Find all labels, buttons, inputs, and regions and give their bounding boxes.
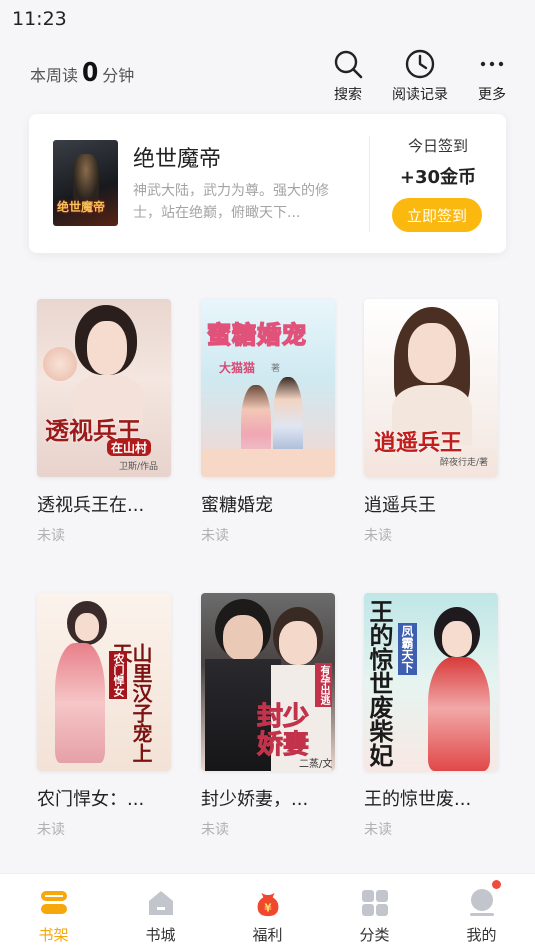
book-cover[interactable]: 透视兵王 在山村 卫斯/作品 (37, 299, 171, 477)
status-time: 11:23 (12, 8, 67, 30)
signin-button[interactable]: 立即签到 (392, 198, 482, 232)
reading-history-label: 阅读记录 (392, 87, 448, 103)
book-item[interactable]: 封少娇妻 有孕出逃 二蒸/文 封少娇妻，... 未读 (201, 593, 335, 839)
book-read-status: 未读 (364, 822, 392, 838)
weekly-suffix: 分钟 (102, 66, 135, 85)
more-button[interactable]: 更多 (457, 48, 527, 104)
book-read-status: 未读 (201, 822, 229, 838)
tab-bookshelf[interactable]: 书架 (0, 874, 107, 951)
reading-history-button[interactable]: 阅读记录 (385, 48, 455, 104)
book-cover[interactable]: 蜜糖婚宠 大猫猫 著 (201, 299, 335, 477)
book-cover-title: 山里汉子宠上天 (109, 643, 153, 763)
weekly-reading-stat: 本周读 0 分钟 (30, 58, 134, 88)
status-bar: 11:23 (0, 0, 535, 38)
book-title: 农门悍女：... (37, 789, 145, 810)
book-cover[interactable]: 逍遥兵王 醉夜行走/著 (364, 299, 498, 477)
book-cover-author: 卫斯/作品 (119, 462, 159, 472)
notification-badge (492, 880, 501, 889)
book-item[interactable]: 王的惊世废柴妃 凤霸天下 王的惊世废... 未读 (364, 593, 498, 839)
more-label: 更多 (478, 87, 506, 103)
book-cover-subtitle: 有孕出逃 (315, 663, 332, 707)
book-cover-author: 醉夜行走/著 (440, 458, 489, 468)
bookstore-icon (146, 888, 176, 918)
book-cover-title: 逍遥兵王 (374, 430, 463, 456)
book-item[interactable]: 山里汉子宠上天 农门悍女 农门悍女：... 未读 (37, 593, 171, 839)
book-read-status: 未读 (37, 528, 65, 544)
recommended-book-cover[interactable]: 绝世魔帝 (53, 140, 118, 226)
book-title: 透视兵王在... (37, 495, 145, 516)
tab-bookshelf-label: 书架 (38, 926, 69, 944)
tab-welfare[interactable]: ¥ 福利 (214, 874, 321, 951)
book-item[interactable]: 蜜糖婚宠 大猫猫 著 蜜糖婚宠 未读 (201, 299, 335, 545)
book-cover[interactable]: 王的惊世废柴妃 凤霸天下 (364, 593, 498, 771)
signin-card: 绝世魔帝 绝世魔帝 神武大陆，武力为尊。强大的修士，站在绝巅，俯瞰天下... 今… (29, 114, 506, 253)
shelf-header: 本周读 0 分钟 搜索 阅读记录 更多 (0, 40, 535, 106)
book-title: 王的惊世废... (364, 789, 472, 810)
recommended-book-title[interactable]: 绝世魔帝 (133, 141, 221, 173)
weekly-minutes: 0 (82, 58, 99, 88)
book-title: 逍遥兵王 (364, 495, 436, 516)
tab-profile-label: 我的 (466, 926, 497, 944)
book-cover[interactable]: 山里汉子宠上天 农门悍女 (37, 593, 171, 771)
recommended-cover-title: 绝世魔帝 (57, 200, 106, 214)
weekly-prefix: 本周读 (30, 66, 79, 85)
tab-category[interactable]: 分类 (321, 874, 428, 951)
bottom-tab-bar: 书架 书城 ¥ 福利 分类 我的 (0, 873, 535, 951)
search-button[interactable]: 搜索 (313, 48, 383, 104)
more-icon (457, 48, 527, 80)
tab-bookstore[interactable]: 书城 (107, 874, 214, 951)
book-cover-author: 二蒸/文 (299, 759, 333, 770)
tab-welfare-label: 福利 (252, 926, 283, 944)
today-signin-label: 今日签到 (407, 137, 468, 155)
book-cover-subtitle: 在山村 (107, 439, 152, 456)
book-read-status: 未读 (201, 528, 229, 544)
bookshelf-icon (39, 888, 69, 918)
profile-icon (467, 888, 497, 918)
book-cover-title: 蜜糖婚宠 (206, 319, 307, 350)
welfare-icon: ¥ (253, 888, 283, 918)
book-title: 蜜糖婚宠 (201, 495, 273, 516)
book-item[interactable]: 逍遥兵王 醉夜行走/著 逍遥兵王 未读 (364, 299, 498, 545)
book-cover-author: 著 (271, 364, 281, 374)
tab-category-label: 分类 (359, 926, 390, 944)
tab-profile[interactable]: 我的 (428, 874, 535, 951)
book-item[interactable]: 透视兵王 在山村 卫斯/作品 透视兵王在... 未读 (37, 299, 171, 545)
book-title: 封少娇妻，... (201, 789, 309, 810)
book-cover[interactable]: 封少娇妻 有孕出逃 二蒸/文 (201, 593, 335, 771)
book-cover-subtitle: 农门悍女 (109, 651, 127, 699)
svg-text:¥: ¥ (264, 902, 272, 914)
book-cover-subtitle: 大猫猫 (219, 361, 256, 375)
category-icon (360, 888, 390, 918)
signin-reward: +30金币 (399, 167, 477, 188)
search-label: 搜索 (334, 87, 362, 103)
recommended-book-description: 神武大陆，武力为尊。强大的修士，站在绝巅，俯瞰天下... (133, 183, 329, 221)
book-read-status: 未读 (37, 822, 65, 838)
book-cover-title: 王的惊世废柴妃 (365, 599, 394, 767)
tab-bookstore-label: 书城 (145, 926, 176, 944)
clock-icon (385, 48, 455, 80)
book-cover-title: 封少娇妻 (257, 702, 310, 760)
book-cover-subtitle: 凤霸天下 (398, 623, 417, 675)
search-icon (313, 48, 383, 80)
book-read-status: 未读 (364, 528, 392, 544)
